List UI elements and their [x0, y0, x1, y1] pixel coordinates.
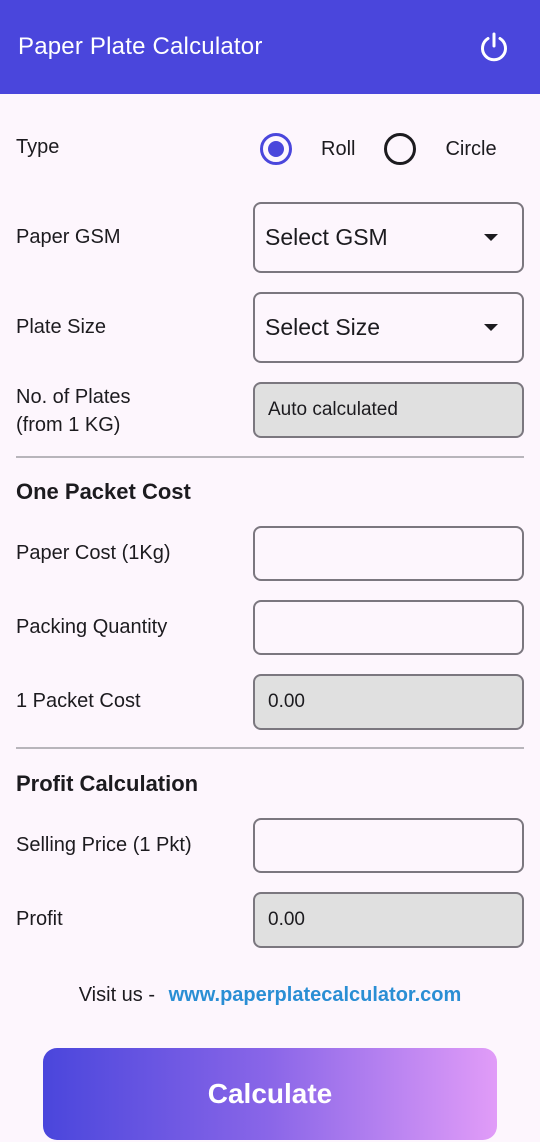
divider	[16, 747, 524, 749]
paper-cost-input[interactable]	[253, 526, 524, 581]
plate-size-dropdown-value: Select Size	[265, 314, 381, 340]
plates-label: No. of Plates (from 1 KG)	[16, 383, 131, 439]
circle-radio-label[interactable]: Circle	[445, 138, 496, 161]
power-icon[interactable]	[476, 29, 512, 65]
radio-selected-dot	[268, 141, 284, 157]
profit-output: 0.00	[253, 892, 524, 948]
website-link[interactable]: www.paperplatecalculator.com	[169, 984, 462, 1006]
plates-output: Auto calculated	[253, 382, 524, 438]
packing-quantity-label: Packing Quantity	[16, 616, 168, 638]
roll-radio[interactable]	[260, 133, 292, 165]
plates-label-line2: (from 1 KG)	[16, 414, 121, 436]
packet-cost-label: 1 Packet Cost	[16, 690, 141, 712]
profit-section-title: Profit Calculation	[16, 771, 199, 796]
profit-label: Profit	[16, 908, 63, 930]
paper-cost-label: Paper Cost (1Kg)	[16, 542, 171, 564]
packet-cost-output: 0.00	[253, 674, 524, 730]
gsm-dropdown[interactable]: Select GSM	[253, 202, 524, 273]
gsm-label: Paper GSM	[16, 226, 121, 248]
selling-price-input[interactable]	[253, 818, 524, 873]
type-label: Type	[16, 136, 60, 158]
gsm-dropdown-value: Select GSM	[265, 224, 388, 250]
chevron-down-icon	[484, 324, 498, 331]
packet-section-title: One Packet Cost	[16, 479, 191, 504]
chevron-down-icon	[484, 234, 498, 241]
roll-radio-label[interactable]: Roll	[321, 138, 355, 161]
app-bar: Paper Plate Calculator	[0, 0, 540, 94]
packing-quantity-input[interactable]	[253, 600, 524, 655]
plate-size-label: Plate Size	[16, 316, 107, 338]
plates-label-line1: No. of Plates	[16, 386, 131, 408]
divider	[16, 456, 524, 458]
plate-size-dropdown[interactable]: Select Size	[253, 292, 524, 363]
selling-price-label: Selling Price (1 Pkt)	[16, 834, 192, 856]
type-radio-group: Roll Circle	[260, 132, 497, 166]
visit-us-label: Visit us -	[78, 984, 156, 1006]
visit-us-text: Visit us - www.paperplatecalculator.com	[0, 984, 540, 1007]
app-title: Paper Plate Calculator	[18, 33, 263, 60]
circle-radio[interactable]	[384, 133, 417, 165]
calculate-button[interactable]: Calculate	[43, 1048, 497, 1140]
